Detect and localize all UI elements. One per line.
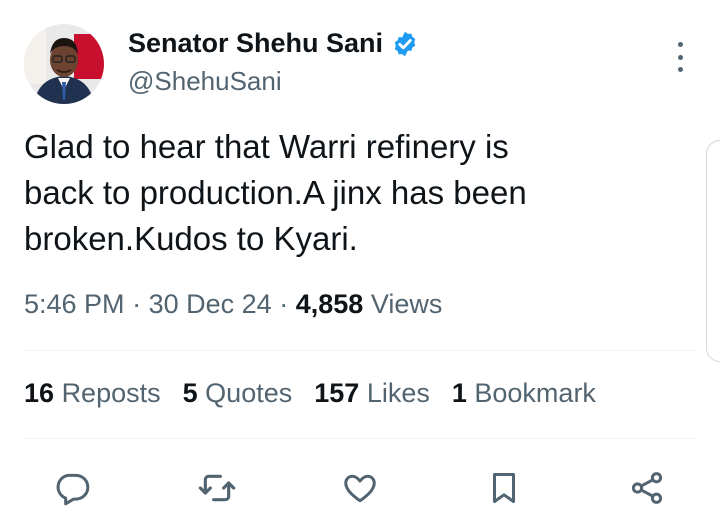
stat-bookmarks[interactable]: 1 Bookmark — [452, 378, 596, 409]
stat-label: Quotes — [205, 378, 293, 408]
stat-count: 1 — [451, 378, 467, 408]
views-label: Views — [370, 289, 443, 319]
verified-badge-icon — [394, 31, 416, 56]
tweet-meta: 5:46 PM · 30 Dec 24 · 4,858 Views — [24, 289, 442, 320]
more-dot — [677, 54, 683, 60]
tweet-text-line: back to production.A jinx has been — [24, 174, 527, 211]
share-icon[interactable] — [625, 466, 669, 510]
divider — [24, 438, 696, 439]
reply-icon[interactable] — [50, 466, 94, 510]
stat-reposts[interactable]: 16 Reposts — [24, 378, 161, 409]
action-bar — [0, 466, 720, 510]
author-display-name[interactable]: Senator Shehu Sani — [128, 28, 383, 59]
more-dot — [677, 67, 683, 72]
meta-separator: · — [279, 289, 289, 319]
author-handle[interactable]: @ShehuSani — [128, 66, 282, 97]
tweet-text-line: broken.Kudos to Kyari. — [24, 220, 358, 257]
avatar[interactable] — [24, 24, 104, 104]
views-count: 4,858 — [295, 289, 364, 319]
bookmark-icon[interactable] — [482, 466, 526, 510]
stat-count: 5 — [182, 378, 198, 408]
more-dot — [677, 42, 683, 47]
like-icon[interactable] — [338, 466, 382, 510]
stat-quotes[interactable]: 5 Quotes — [183, 378, 293, 409]
stat-label: Likes — [366, 378, 430, 408]
tweet-date[interactable]: 30 Dec 24 — [149, 289, 272, 319]
author-name-row[interactable]: Senator Shehu Sani — [128, 28, 419, 59]
stat-likes[interactable]: 157 Likes — [314, 378, 430, 409]
stat-count: 16 — [24, 378, 55, 408]
tweet-text: Glad to hear that Warri refinery is back… — [24, 124, 664, 262]
stat-label: Reposts — [61, 378, 161, 408]
more-options-icon[interactable] — [668, 42, 692, 72]
divider — [24, 350, 696, 351]
repost-icon[interactable] — [195, 466, 239, 510]
tweet-text-line: Glad to hear that Warri refinery is — [24, 128, 509, 165]
engagement-stats: 16 Reposts 5 Quotes 157 Likes 1 Bookmark — [24, 378, 596, 409]
scroll-handle[interactable] — [706, 140, 720, 362]
stat-count: 157 — [314, 378, 360, 408]
stat-label: Bookmark — [474, 378, 596, 408]
tweet-time[interactable]: 5:46 PM — [24, 289, 125, 319]
meta-separator: · — [132, 289, 142, 319]
